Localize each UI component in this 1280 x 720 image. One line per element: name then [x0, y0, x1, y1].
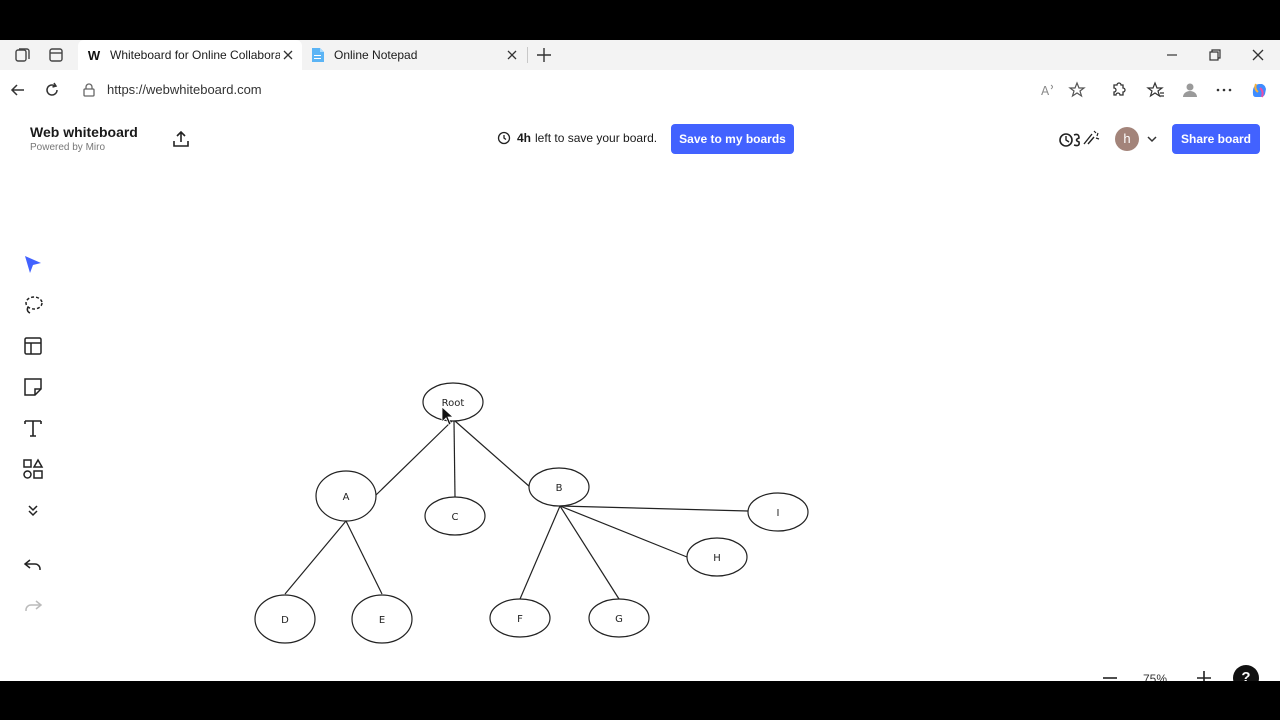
brand-subtitle: Powered by Miro — [30, 142, 106, 153]
profile-icon[interactable] — [1180, 80, 1200, 100]
node-label: G — [615, 614, 623, 625]
edge-root-a — [375, 420, 453, 496]
node-label: E — [379, 615, 385, 626]
timer-value: 4h — [517, 131, 532, 145]
edge-a-e — [345, 520, 383, 595]
node-label: B — [556, 483, 563, 494]
node-label: C — [452, 512, 459, 523]
node-label: I — [777, 508, 780, 519]
address-bar: https://webwhiteboard.com A — [0, 70, 1280, 111]
tab-online-notepad[interactable]: Online Notepad — [302, 40, 526, 70]
browser-window: W Whiteboard for Online Collabora Online… — [0, 40, 1280, 681]
extensions-icon[interactable] — [1108, 80, 1128, 100]
node-label: H — [713, 553, 721, 564]
edge-a-d — [284, 520, 347, 595]
edge-b-i — [559, 505, 749, 512]
copilot-icon[interactable] — [1249, 80, 1269, 100]
tab-whiteboard[interactable]: W Whiteboard for Online Collabora — [78, 40, 302, 70]
minimize-icon[interactable] — [1162, 45, 1182, 65]
favorites-icon[interactable] — [1146, 80, 1166, 100]
close-window-icon[interactable] — [1248, 45, 1268, 65]
save-timer: 4h left to save your board. — [497, 131, 657, 145]
url-field[interactable]: https://webwhiteboard.com — [107, 82, 262, 97]
tab-separator — [527, 47, 528, 63]
zoom-out-icon[interactable] — [1099, 667, 1121, 681]
chevron-down-icon[interactable] — [1146, 133, 1158, 145]
tree-diagram[interactable]: Root A C B I H D E F G — [0, 167, 1280, 681]
brand-title[interactable]: Web whiteboard — [30, 124, 138, 140]
favorite-star-icon[interactable] — [1067, 80, 1087, 100]
edge-b-g — [559, 505, 620, 600]
read-aloud-icon[interactable]: A — [1038, 80, 1058, 100]
restore-icon[interactable] — [1205, 45, 1225, 65]
notepad-icon — [310, 47, 326, 63]
back-arrow-icon[interactable] — [8, 80, 28, 100]
tab-actions-icon[interactable] — [46, 45, 66, 65]
node-label: F — [517, 614, 523, 625]
zoom-in-icon[interactable] — [1193, 667, 1215, 681]
clock-icon — [497, 131, 511, 145]
close-tab-icon[interactable] — [504, 47, 520, 63]
refresh-icon[interactable] — [42, 80, 62, 100]
export-upload-icon[interactable] — [171, 129, 191, 149]
zoom-level[interactable]: 75% — [1143, 672, 1167, 681]
tab-title: Online Notepad — [334, 48, 418, 62]
more-options-icon[interactable] — [1214, 80, 1234, 100]
tab-title: Whiteboard for Online Collabora — [110, 48, 280, 62]
close-tab-icon[interactable] — [280, 47, 296, 63]
edge-b-h — [559, 505, 688, 558]
edge-b-f — [519, 505, 561, 600]
node-label: A — [343, 492, 350, 503]
svg-text:A: A — [1041, 84, 1050, 98]
share-board-button[interactable]: Share board — [1172, 124, 1260, 154]
whiteboard-favicon-icon: W — [87, 47, 101, 63]
tab-strip: W Whiteboard for Online Collabora Online… — [0, 40, 1280, 70]
node-label: Root — [442, 398, 465, 409]
workspaces-icon[interactable] — [13, 45, 33, 65]
edge-root-b — [454, 420, 531, 488]
whiteboard-canvas[interactable]: Root A C B I H D E F G — [0, 167, 1280, 681]
timer-text: left to save your board. — [535, 131, 658, 145]
node-label: D — [281, 615, 289, 626]
avatar[interactable]: h — [1115, 127, 1139, 151]
doodle-logo-icon[interactable] — [1058, 125, 1102, 153]
app-header: Web whiteboard Powered by Miro 4h left t… — [0, 111, 1280, 167]
edge-root-c — [453, 420, 456, 498]
lock-icon[interactable] — [80, 81, 98, 99]
new-tab-icon[interactable] — [534, 45, 554, 65]
save-to-my-boards-button[interactable]: Save to my boards — [671, 124, 794, 154]
